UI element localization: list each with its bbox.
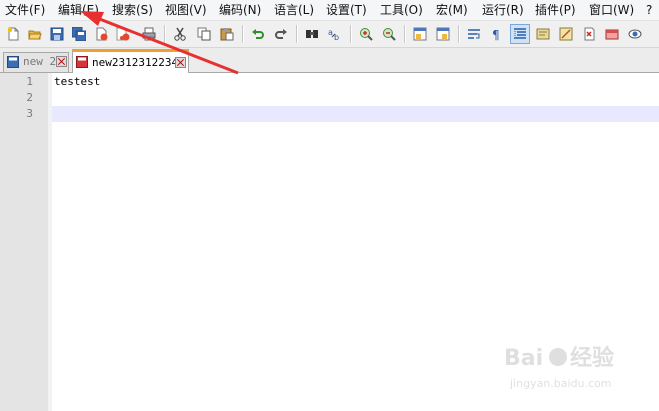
toolbar-separator <box>404 25 406 43</box>
unsaved-file-icon <box>76 56 88 68</box>
zoom-out-icon[interactable] <box>379 24 399 44</box>
menu-view[interactable]: 视图(V) <box>165 2 207 18</box>
menu-tools[interactable]: 工具(O) <box>380 2 423 18</box>
tab-bar: new 2 new2312312234 <box>0 48 659 73</box>
close-icon[interactable] <box>91 24 111 44</box>
undo-icon[interactable] <box>248 24 268 44</box>
tab-label: new 2 <box>23 55 57 68</box>
replace-icon[interactable]: ab <box>325 24 345 44</box>
saved-file-icon <box>7 56 19 68</box>
svg-text:jingyan.baidu.com: jingyan.baidu.com <box>509 377 612 390</box>
tab-label: new2312312234 <box>92 56 179 69</box>
menu-plugins[interactable]: 插件(P) <box>535 2 576 18</box>
redo-icon[interactable] <box>271 24 291 44</box>
paste-icon[interactable] <box>217 24 237 44</box>
tab-close-icon[interactable] <box>56 56 67 67</box>
show-all-chars-icon[interactable]: ¶ <box>487 24 507 44</box>
line-number-gutter: 1 2 3 <box>0 73 52 411</box>
toolbar-separator <box>164 25 166 43</box>
svg-text:a: a <box>328 28 333 37</box>
indent-guide-icon[interactable] <box>510 24 530 44</box>
svg-text:经验: 经验 <box>570 345 614 371</box>
macro-record-icon[interactable] <box>625 24 645 44</box>
svg-text:¶: ¶ <box>492 28 500 41</box>
toolbar-separator <box>350 25 352 43</box>
print-icon[interactable] <box>139 24 159 44</box>
menu-run[interactable]: 运行(R) <box>482 2 524 18</box>
close-all-icon[interactable] <box>113 24 133 44</box>
svg-text:Bai: Bai <box>504 346 543 371</box>
tab-new2312312234[interactable]: new2312312234 <box>72 49 189 73</box>
menu-help[interactable]: ? <box>646 2 652 18</box>
copy-icon[interactable] <box>194 24 214 44</box>
save-icon[interactable] <box>47 24 67 44</box>
toolbar: ab ¶ <box>0 21 659 48</box>
menu-search[interactable]: 搜索(S) <box>112 2 153 18</box>
menu-macro[interactable]: 宏(M) <box>436 2 468 18</box>
menu-edit[interactable]: 编辑(E) <box>58 2 99 18</box>
toolbar-separator <box>458 25 460 43</box>
menu-file[interactable]: 文件(F) <box>5 2 45 18</box>
tab-close-icon[interactable] <box>175 57 186 68</box>
sync-vertical-icon[interactable] <box>410 24 430 44</box>
tab-new-2[interactable]: new 2 <box>3 52 69 72</box>
sync-horizontal-icon[interactable] <box>433 24 453 44</box>
cut-icon[interactable] <box>170 24 190 44</box>
zoom-in-icon[interactable] <box>356 24 376 44</box>
line-number: 2 <box>26 91 33 104</box>
monitoring-icon[interactable] <box>602 24 622 44</box>
line-number: 1 <box>26 75 33 88</box>
menu-settings[interactable]: 设置(T) <box>326 2 367 18</box>
current-line-highlight <box>52 106 659 122</box>
new-file-icon[interactable] <box>3 24 23 44</box>
toolbar-separator <box>296 25 298 43</box>
word-wrap-icon[interactable] <box>464 24 484 44</box>
find-icon[interactable] <box>302 24 322 44</box>
doc-map-icon[interactable] <box>533 24 553 44</box>
toolbar-separator <box>242 25 244 43</box>
folder-workspace-icon[interactable] <box>579 24 599 44</box>
code-line[interactable]: testest <box>54 74 100 90</box>
baidu-jingyan-watermark: Bai 经验 jingyan.baidu.com <box>504 345 614 390</box>
menu-window[interactable]: 窗口(W) <box>589 2 634 18</box>
menu-bar: 文件(F) 编辑(E) 搜索(S) 视图(V) 编码(N) 语言(L) 设置(T… <box>0 0 659 21</box>
open-file-icon[interactable] <box>25 24 45 44</box>
function-list-icon[interactable] <box>556 24 576 44</box>
line-number: 3 <box>26 107 33 120</box>
save-all-icon[interactable] <box>69 24 89 44</box>
menu-language[interactable]: 语言(L) <box>274 2 314 18</box>
menu-encoding[interactable]: 编码(N) <box>219 2 261 18</box>
